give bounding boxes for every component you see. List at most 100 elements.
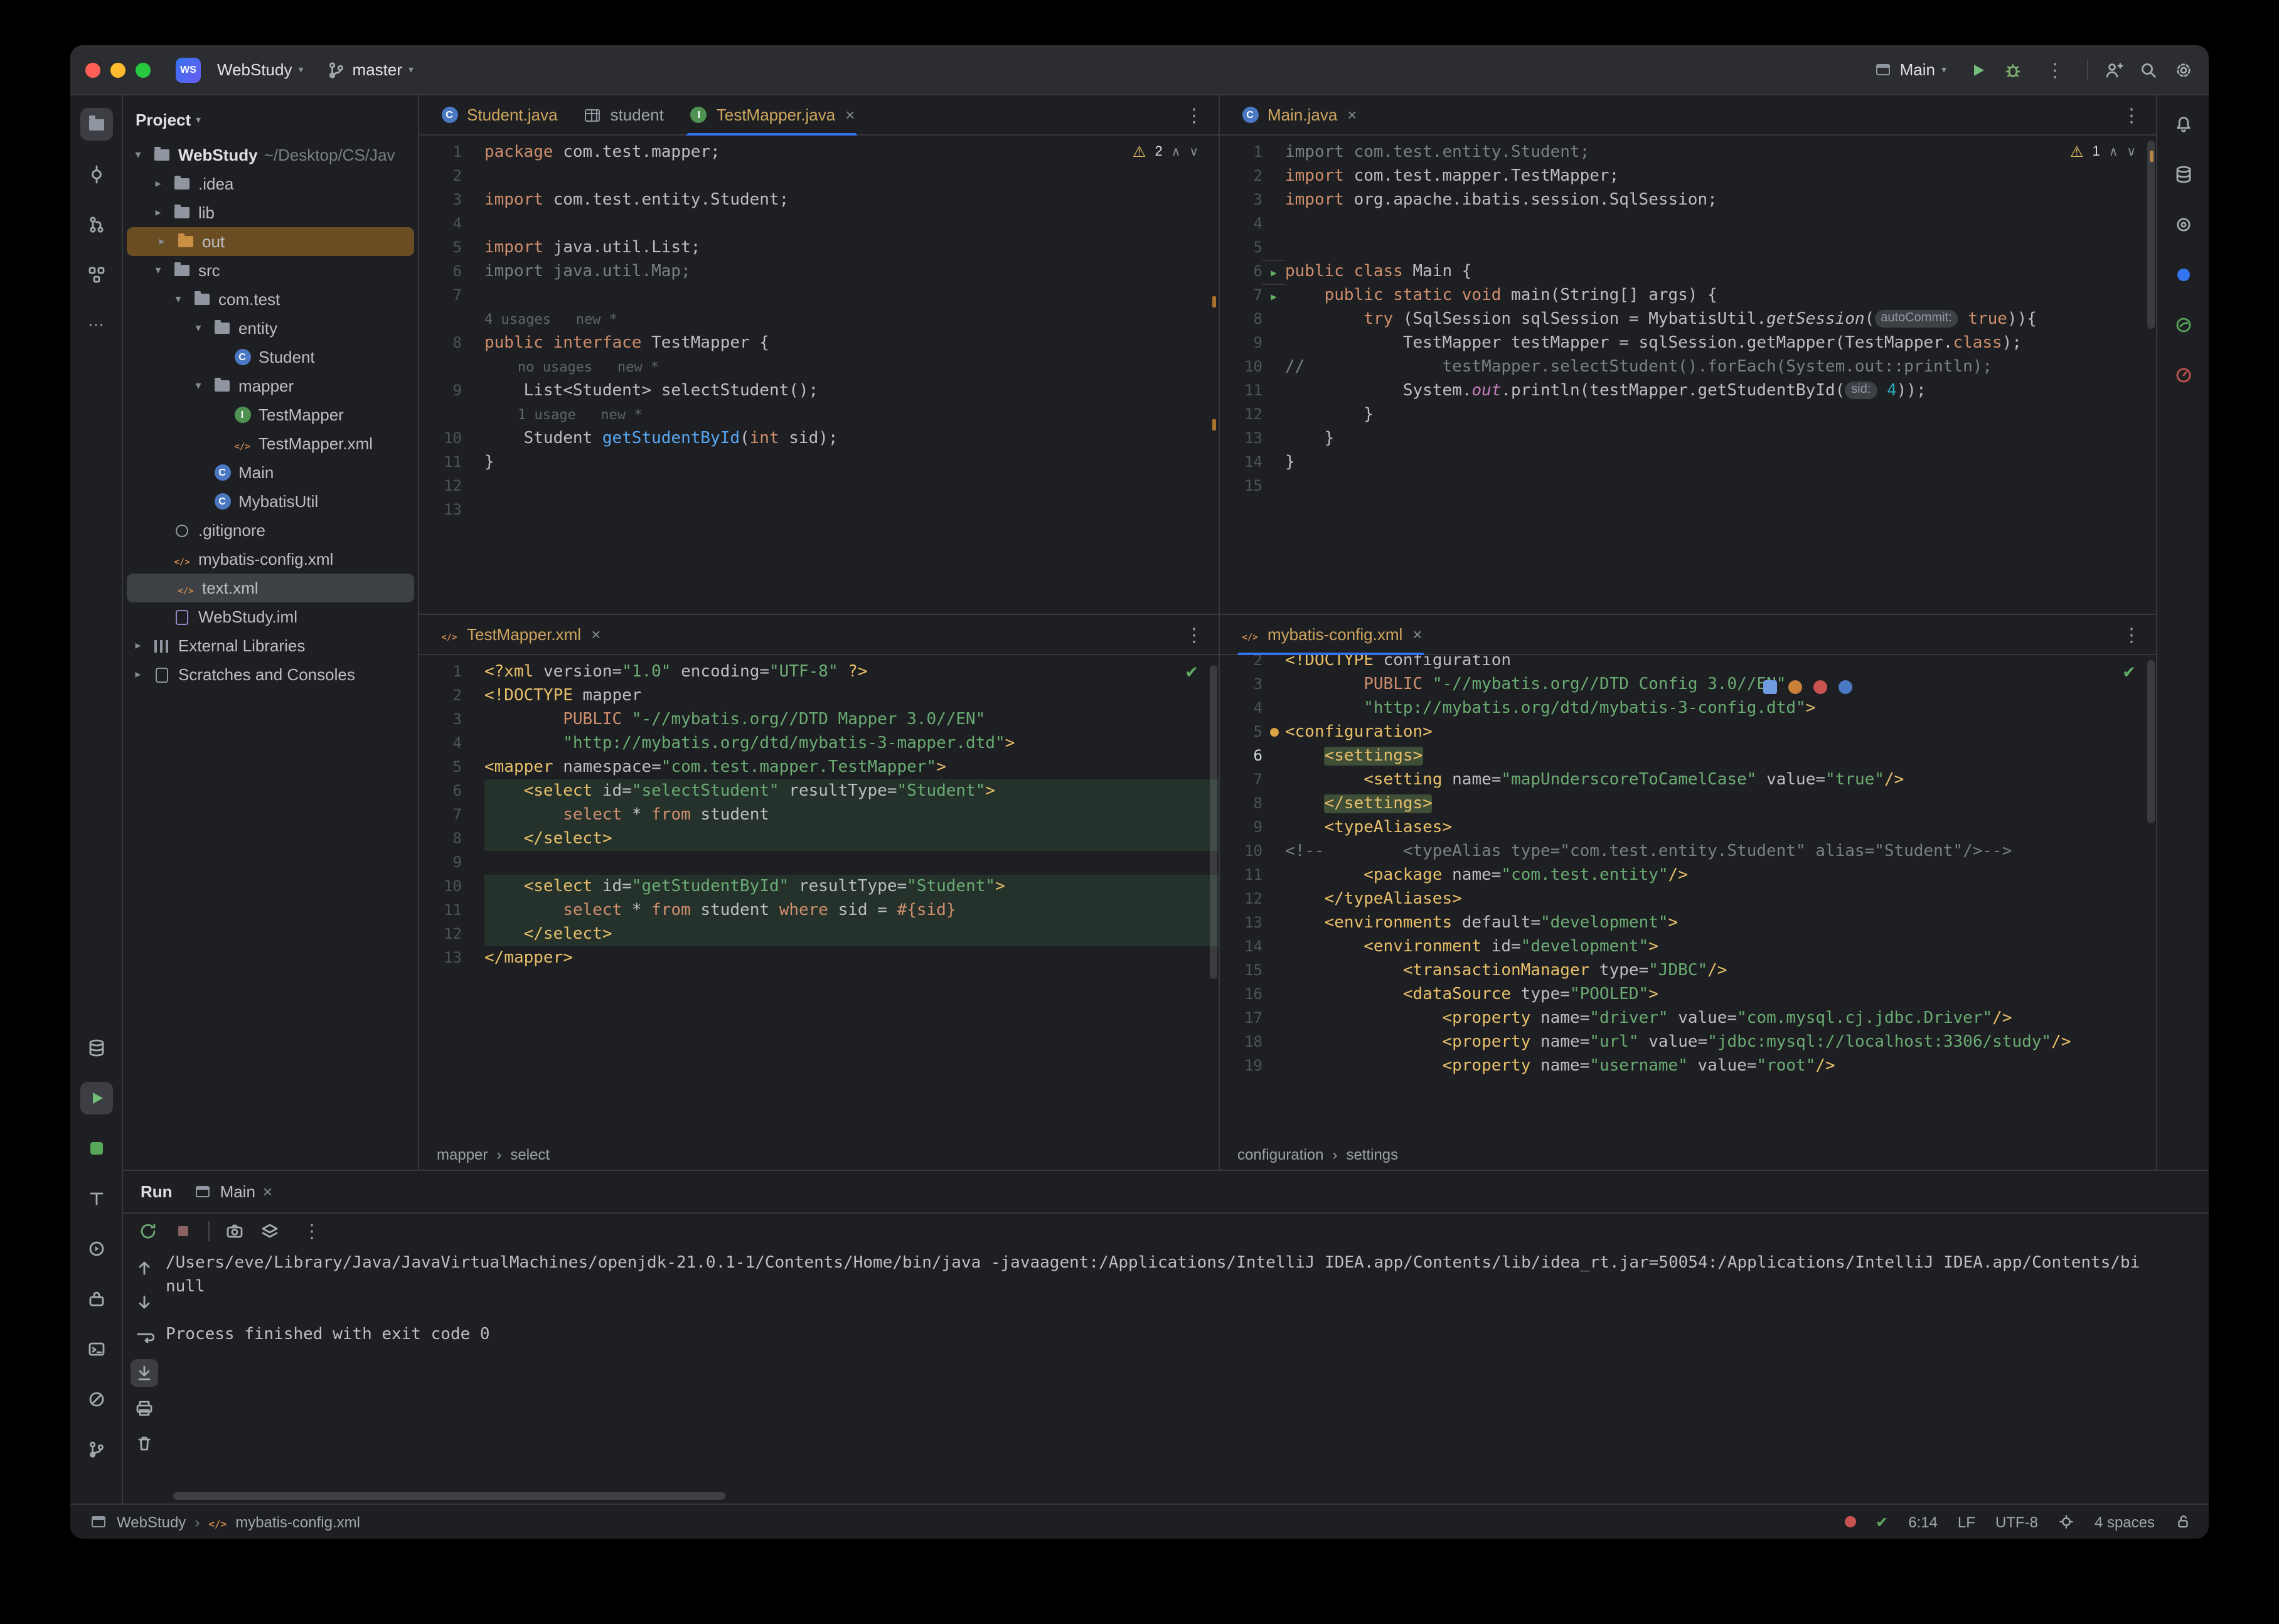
code-line[interactable]: 19 <property name="username" value="root…: [1220, 1054, 2156, 1078]
code-line[interactable]: 2 <!DOCTYPE configuration: [1220, 655, 2156, 673]
down-stack-trace-icon[interactable]: [131, 1289, 158, 1317]
code-line[interactable]: 10 Student getStudentById(int sid);: [419, 427, 1219, 451]
dependencies-tool-button[interactable]: [80, 1132, 112, 1165]
code-line[interactable]: 12 </typeAliases>: [1220, 887, 2156, 911]
terminal-tool-button[interactable]: [80, 1333, 112, 1365]
stop-button[interactable]: [173, 1221, 193, 1241]
code-line[interactable]: 3 import com.test.entity.Student;: [419, 188, 1219, 212]
inspections-ok-icon[interactable]: [1876, 1513, 1888, 1531]
code-line[interactable]: 7 select * from student: [419, 803, 1219, 827]
code-line[interactable]: 4: [419, 212, 1219, 236]
tree-item-lib[interactable]: lib: [123, 198, 418, 227]
inspections-widget[interactable]: [2122, 663, 2136, 683]
status-project-name[interactable]: WebStudy: [117, 1513, 186, 1531]
tab-options-button[interactable]: [1177, 623, 1211, 646]
tree-item-out[interactable]: out: [127, 227, 414, 256]
code-line[interactable]: 6 <select id="selectStudent" resultType=…: [419, 779, 1219, 803]
code-line[interactable]: 14 <environment id="development">: [1220, 935, 2156, 959]
framework-icon[interactable]: [1838, 680, 1852, 694]
tree-item-testmapper[interactable]: I TestMapper: [123, 400, 418, 429]
chevron-down-icon[interactable]: [191, 321, 206, 335]
up-stack-trace-icon[interactable]: [131, 1254, 158, 1281]
spring-tool-button[interactable]: [2167, 309, 2199, 341]
breadcrumb-item-configuration[interactable]: configuration: [1237, 1146, 1323, 1163]
camera-icon[interactable]: [225, 1221, 245, 1241]
code-line[interactable]: 4 "http://mybatis.org/dtd/mybatis-3-mapp…: [419, 732, 1219, 756]
code-line[interactable]: 10 // testMapper.selectStudent().forEach(…: [1220, 355, 2156, 379]
code-line[interactable]: 8 try (SqlSession sqlSession = MybatisUt…: [1220, 307, 2156, 331]
tree-item-mybatis-config-xml[interactable]: mybatis-config.xml: [123, 545, 418, 574]
code-line[interactable]: 1 usage new *: [419, 403, 1219, 427]
code-line[interactable]: 7: [419, 284, 1219, 307]
code-line[interactable]: 13: [419, 498, 1219, 522]
more-actions-button[interactable]: [2038, 58, 2072, 81]
code-with-me-icon[interactable]: [2103, 60, 2123, 80]
editor-tab-testmapper-java[interactable]: I TestMapper.java ×: [676, 95, 868, 135]
tree-item-text-xml[interactable]: text.xml: [127, 574, 414, 602]
code-line[interactable]: 13 }: [1220, 427, 2156, 451]
code-line[interactable]: 1 <?xml version="1.0" encoding="UTF-8" ?>: [419, 660, 1219, 684]
code-line[interactable]: 7 public static void main(String[] args)…: [1220, 284, 2156, 307]
code-line[interactable]: 6 import java.util.Map;: [419, 260, 1219, 284]
code-line[interactable]: 1 package com.test.mapper;: [419, 141, 1219, 164]
settings-gear-icon[interactable]: [2174, 60, 2194, 80]
persistence-tool-button[interactable]: [80, 1032, 112, 1064]
console-output[interactable]: /Users/eve/Library/Java/JavaVirtualMachi…: [166, 1249, 2209, 1504]
code-line[interactable]: 5: [1220, 236, 2156, 260]
tree-item-idea[interactable]: .idea: [123, 169, 418, 198]
tree-item-com-test[interactable]: com.test: [123, 285, 418, 314]
editor-bottom-right[interactable]: 2 <!DOCTYPE configuration 3 PUBLIC "-//myb…: [1220, 655, 2156, 1140]
code-line[interactable]: 8 </settings>: [1220, 792, 2156, 816]
framework-icon[interactable]: [1788, 680, 1802, 694]
run-button[interactable]: [1968, 60, 1988, 80]
editor-tab-student[interactable]: student: [570, 95, 676, 135]
code-line[interactable]: 13 <environments default="development">: [1220, 911, 2156, 935]
indent-widget[interactable]: 4 spaces: [2095, 1513, 2155, 1531]
tree-item-webstudy-iml[interactable]: WebStudy.iml: [123, 602, 418, 631]
database-tool-button[interactable]: [2167, 158, 2199, 191]
clear-console-icon[interactable]: [131, 1429, 158, 1457]
chevron-right-icon[interactable]: [151, 206, 166, 220]
code-line[interactable]: 16 <dataSource type="POOLED">: [1220, 983, 2156, 1007]
scrollbar-thumb[interactable]: [2147, 141, 2155, 329]
code-line[interactable]: 10 <select id="getStudentById" resultTyp…: [419, 875, 1219, 899]
code-line[interactable]: 9 <typeAliases>: [1220, 816, 2156, 840]
soft-wrap-icon[interactable]: [131, 1324, 158, 1352]
framework-icon[interactable]: [1763, 680, 1777, 694]
code-line[interactable]: 12: [419, 474, 1219, 498]
code-line[interactable]: 15: [1220, 474, 2156, 498]
next-problem-button[interactable]: [2127, 144, 2136, 159]
tree-item-student[interactable]: C Student: [123, 343, 418, 371]
inspections-widget[interactable]: 2: [1133, 143, 1198, 161]
inspections-widget[interactable]: 1: [2070, 143, 2136, 161]
chevron-right-icon[interactable]: [131, 639, 146, 653]
warning-stripe-mark[interactable]: [1212, 296, 1216, 307]
chevron-right-icon[interactable]: [154, 235, 169, 248]
project-tool-button[interactable]: [80, 108, 112, 141]
code-line[interactable]: 10 <!-- <typeAlias type="com.test.entity.…: [1220, 840, 2156, 863]
code-line[interactable]: 3 PUBLIC "-//mybatis.org//DTD Config 3.0…: [1220, 673, 2156, 697]
next-problem-button[interactable]: [1189, 144, 1198, 159]
breadcrumb-item-select[interactable]: select: [510, 1146, 550, 1163]
project-panel-header[interactable]: Project ▾: [123, 100, 418, 138]
code-line[interactable]: 6 <settings>: [1220, 744, 2156, 768]
code-line[interactable]: 11 select * from student where sid = #{s…: [419, 899, 1219, 922]
chevron-down-icon[interactable]: [171, 292, 186, 306]
tree-item-main[interactable]: C Main: [123, 458, 418, 487]
run-tool-button[interactable]: [80, 1082, 112, 1114]
caret-position-widget[interactable]: 6:14: [1908, 1513, 1938, 1531]
code-line[interactable]: 17 <property name="driver" value="com.my…: [1220, 1007, 2156, 1030]
code-line[interactable]: 12 }: [1220, 403, 2156, 427]
code-line[interactable]: 7 <setting name="mapUnderscoreToCamelCas…: [1220, 768, 2156, 792]
search-icon[interactable]: [2138, 60, 2159, 80]
code-line[interactable]: 2: [419, 164, 1219, 188]
code-line[interactable]: 13 </mapper>: [419, 946, 1219, 970]
branch-selector[interactable]: master ▾: [320, 56, 420, 83]
status-file-name[interactable]: mybatis-config.xml: [235, 1513, 360, 1531]
project-tree[interactable]: WebStudy ~/Desktop/CS/Jav .idea lib out src c…: [123, 138, 418, 1170]
framework-icon[interactable]: [1813, 680, 1827, 694]
editor-tab-testmapper-xml[interactable]: TestMapper.xml ×: [427, 614, 613, 654]
line-separator-widget[interactable]: LF: [1958, 1513, 1975, 1531]
previous-problem-button[interactable]: [2109, 144, 2118, 159]
chevron-right-icon[interactable]: [131, 668, 146, 681]
